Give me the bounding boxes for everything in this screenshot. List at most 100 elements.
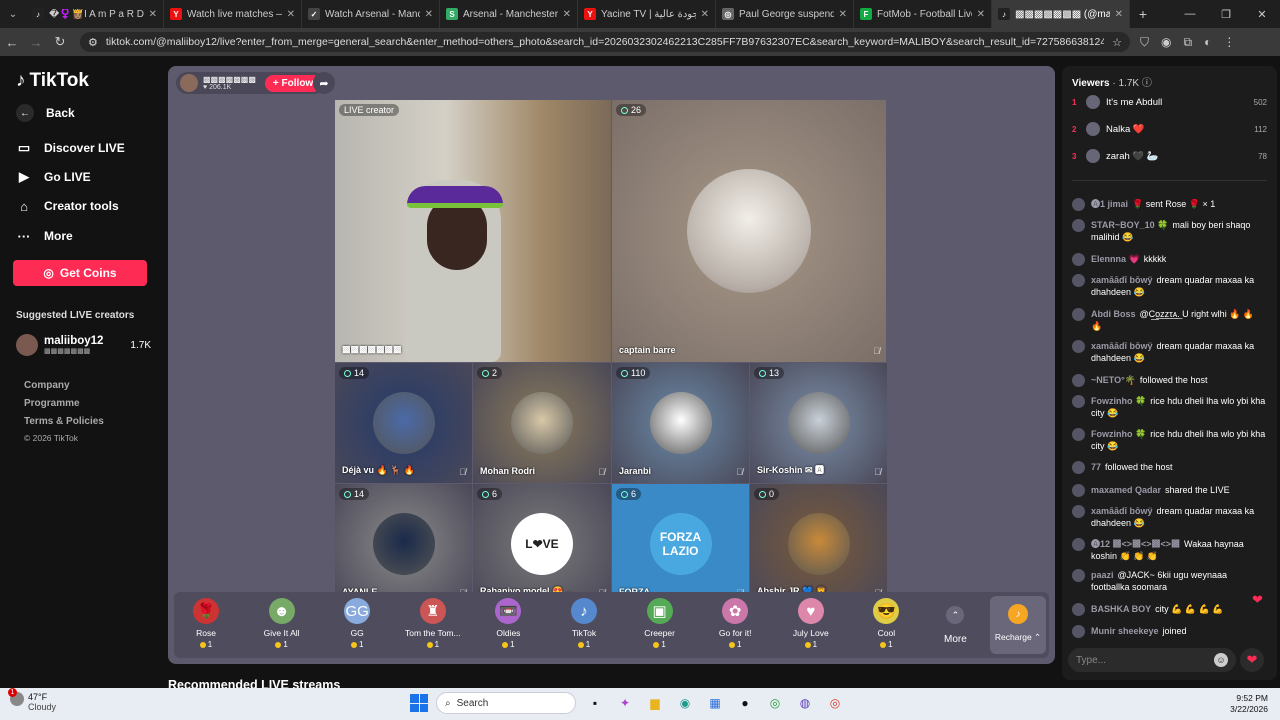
close-tab-icon[interactable]: ✕	[149, 9, 157, 20]
gift-item[interactable]: ☻ Give It All 1	[247, 598, 317, 649]
top-viewer-row[interactable]: 1 It's me Abdull 502	[1072, 95, 1267, 109]
host-tile-name: ▩▩▩▩▩▩▩	[342, 344, 402, 354]
chat-message: xamāādī bōwÿ dream quadar maxaa ka dhahde…	[1072, 340, 1267, 364]
back-arrow-icon[interactable]: ←	[0, 35, 24, 50]
gift-item[interactable]: ♥ July Love 1	[776, 598, 846, 649]
gift-price: 1	[171, 640, 241, 649]
chrome-icon[interactable]: ◎	[764, 692, 786, 714]
footer-programme[interactable]: Programme	[24, 398, 80, 409]
browser-tab[interactable]: ◎ Paul George suspended f ✕	[716, 0, 854, 28]
nav-discover-live[interactable]: ▭ Discover LIVE	[16, 140, 125, 156]
guest-tile[interactable]: 0Abshir JR 💙 🦁🎙̸	[750, 484, 887, 604]
nav-more[interactable]: ··· More	[16, 228, 73, 244]
host-video-tile[interactable]: LIVE creator ▩▩▩▩▩▩▩	[335, 100, 611, 362]
close-tab-icon[interactable]: ✕	[977, 9, 985, 20]
start-windows-icon[interactable]	[410, 694, 428, 712]
menu-icon[interactable]: ⋮	[1223, 35, 1235, 50]
guest-tile[interactable]: 14 Déjà vu 🔥 🦌 🔥 🎙̸	[335, 363, 472, 483]
back-button[interactable]: ← Back	[16, 104, 75, 122]
store-icon[interactable]: ▦	[704, 692, 726, 714]
close-tab-icon[interactable]: ✕	[839, 9, 847, 20]
extension-icon[interactable]: ◉	[1161, 35, 1171, 50]
bookmark-star-icon[interactable]: ☆	[1112, 36, 1122, 49]
gift-item[interactable]: ♪ TikTok 1	[549, 598, 619, 649]
reload-icon[interactable]: ↻	[48, 34, 72, 50]
footer-terms[interactable]: Terms & Policies	[24, 416, 104, 427]
edge-icon[interactable]: ◉	[674, 692, 696, 714]
gift-item[interactable]: ✿ Go for it! 1	[700, 598, 770, 649]
new-tab-button[interactable]: +	[1130, 6, 1156, 22]
gift-item[interactable]: ♜ Tom the Tom... 1	[398, 598, 468, 649]
guest-tile[interactable]: 14AYANLE🎙̸	[335, 484, 472, 604]
gift-name: Go for it!	[718, 628, 752, 638]
tab-search-icon[interactable]: ⌄	[0, 0, 26, 28]
gift-item[interactable]: GG GG 1	[322, 598, 392, 649]
profile-icon[interactable]: ◐	[1204, 35, 1211, 50]
viewers-header[interactable]: Viewers · 1.7K ⓘ	[1072, 74, 1152, 89]
browser-tab[interactable]: ✓ Watch Arsenal - Manchester ✕	[302, 0, 440, 28]
browser-tab[interactable]: Y Watch live matches — Yacine ✕	[164, 0, 302, 28]
host-avatar[interactable]	[180, 74, 198, 92]
guest-tile[interactable]: 110 Jaranbi 🎙̸	[612, 363, 749, 483]
clock[interactable]: 9:52 PM 3/22/2026	[1230, 693, 1268, 715]
more-gifts-button[interactable]: ⌃ More	[944, 606, 967, 645]
top-viewer-row[interactable]: 3 zarah 🖤 🦢 78	[1072, 149, 1267, 163]
puzzle-icon[interactable]: ⧉	[1184, 35, 1193, 50]
browser-tab[interactable]: ♪ �♀️👸🏽I A m P a R D❤️🔥🦋 ✕	[26, 0, 164, 28]
app-icon[interactable]: ●	[734, 692, 756, 714]
app2-icon[interactable]: ◍	[794, 692, 816, 714]
file-explorer-icon[interactable]: ▆	[644, 692, 666, 714]
gift-icon: 😎	[873, 598, 900, 624]
emoji-icon[interactable]: ☺	[1214, 653, 1228, 667]
gift-item[interactable]: 📼 Oldies 1	[473, 598, 543, 649]
browser-tab[interactable]: F FotMob - Football Live Sc ✕	[854, 0, 992, 28]
footer-company[interactable]: Company	[24, 380, 70, 391]
browser-tab[interactable]: S Arsenal - Manchester City ✕	[440, 0, 578, 28]
guest-video-tile[interactable]: 26 captain barre 🎙̸	[612, 100, 886, 362]
guest-tile[interactable]: 2 Mohan Rodri 🎙̸	[473, 363, 611, 483]
close-tab-icon[interactable]: ✕	[563, 9, 571, 20]
close-tab-icon[interactable]: ✕	[287, 9, 295, 20]
suggested-creator[interactable]: maliiboy12 ▩▩▩▩▩▩▩ 1.7K	[16, 334, 151, 356]
taskbar-search[interactable]: ⌕ Search	[436, 692, 576, 714]
close-tab-icon[interactable]: ✕	[425, 9, 433, 20]
shield-icon[interactable]: ⛉	[1140, 35, 1149, 50]
close-tab-icon[interactable]: ✕	[701, 9, 709, 20]
get-coins-button[interactable]: ◎ Get Coins	[13, 260, 147, 286]
close-tab-icon[interactable]: ✕	[1115, 9, 1123, 20]
gift-item[interactable]: ▣ Creeper 1	[625, 598, 695, 649]
weather-widget[interactable]: 1 47°F Cloudy	[8, 688, 56, 712]
share-icon[interactable]: ➦	[313, 72, 335, 94]
guest-avatar	[649, 392, 712, 454]
gift-item[interactable]: 🌹 Rose 1	[171, 598, 241, 649]
chat-input[interactable]: Type... ☺	[1068, 648, 1236, 672]
maximize-icon[interactable]: ❐	[1208, 8, 1244, 21]
url-input[interactable]: ⚙ tiktok.com/@maliiboy12/live?enter_from…	[80, 32, 1130, 52]
coin-icon	[199, 641, 206, 648]
like-heart-button[interactable]: ❤	[1240, 648, 1264, 672]
guest-avatar	[787, 513, 850, 575]
top-viewer-row[interactable]: 2 Nalka ❤️ 112	[1072, 122, 1267, 136]
tiktok-logo[interactable]: ♪ TikTok	[16, 70, 89, 92]
forward-arrow-icon[interactable]: →	[24, 35, 48, 50]
floating-heart-icon: ❤	[1252, 592, 1263, 607]
recharge-button[interactable]: ♪ Recharge ⌃	[990, 596, 1046, 654]
gift-item[interactable]: 😎 Cool 1	[851, 598, 921, 649]
guest-name: Mohan Rodri	[480, 466, 535, 476]
browser-tab[interactable]: Y Yacine TV | بجودة عالية ✕	[578, 0, 716, 28]
tab-title: ▩▩▩▩▩▩▩ (@mali	[1015, 8, 1110, 20]
chrome2-icon[interactable]: ◎	[824, 692, 846, 714]
guest-tile[interactable]: FORZA LAZIO6FORZA🎙̸	[612, 484, 749, 604]
copilot-icon[interactable]: ✦	[614, 692, 636, 714]
guest-tile[interactable]: 13 Sir-Koshin ✉ 🅰 🎙̸	[750, 363, 887, 483]
guest-tile[interactable]: L❤VE6Rabaniyo model 😍 ...🎙̸	[473, 484, 611, 604]
task-view-icon[interactable]: ▪	[584, 692, 606, 714]
close-window-icon[interactable]: ✕	[1244, 8, 1280, 21]
browser-tab[interactable]: ♪ ▩▩▩▩▩▩▩ (@mali ✕	[992, 0, 1130, 28]
live-stream-panel: ▩▩▩▩▩▩▩ ♥ 206.1K + Follow ➦ LIVE creator …	[168, 66, 1055, 664]
minimize-icon[interactable]: —	[1172, 8, 1208, 21]
nav-creator-tools[interactable]: ⌂ Creator tools	[16, 198, 119, 214]
site-info-icon[interactable]: ⚙	[88, 36, 98, 49]
nav-go-live[interactable]: ▶ Go LIVE	[16, 169, 91, 185]
avatar	[1072, 253, 1085, 266]
